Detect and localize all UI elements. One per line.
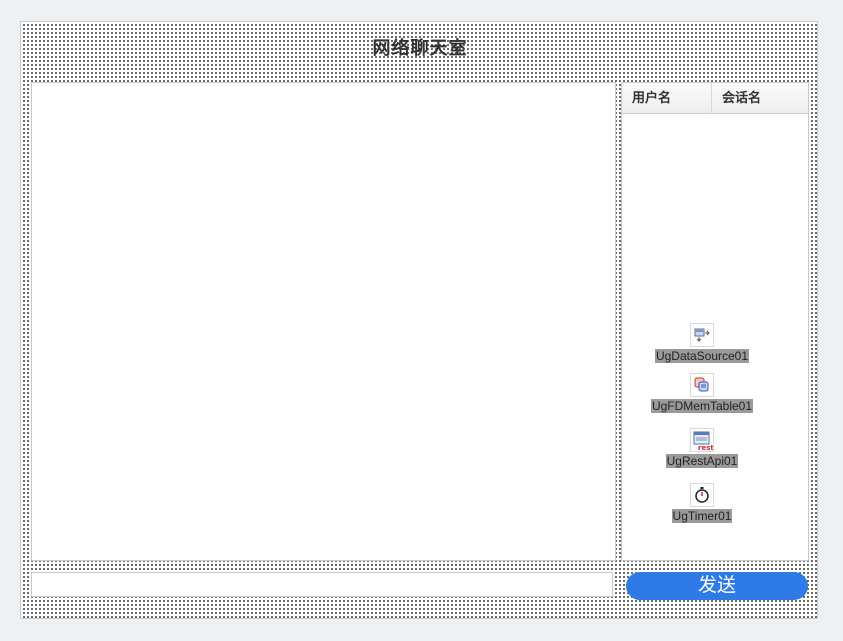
grid-header: 用户名 会话名 — [622, 83, 808, 114]
component-label: UgFDMemTable01 — [650, 399, 754, 413]
form-title-text: 网络聊天室 — [372, 38, 468, 58]
column-header-username[interactable]: 用户名 — [622, 83, 712, 113]
timer-icon — [690, 483, 714, 507]
datasource-icon — [690, 323, 714, 347]
chat-message-area[interactable] — [31, 82, 616, 561]
component-timer[interactable]: UgTimer01 — [642, 483, 762, 525]
component-label: UgTimer01 — [671, 509, 733, 523]
component-datasource[interactable]: UgDataSource01 — [642, 323, 762, 365]
component-label: UgRestApi01 — [665, 454, 739, 468]
svg-text:rest: rest — [698, 444, 713, 451]
message-input[interactable] — [31, 572, 613, 597]
form-title: 网络聊天室 — [21, 34, 819, 60]
chat-room-form: 网络聊天室 用户名 会话名 UgDataSource01 UgFDMemTabl… — [20, 21, 818, 619]
column-header-session[interactable]: 会话名 — [712, 83, 808, 113]
component-label: UgDataSource01 — [654, 349, 750, 363]
memtable-icon — [690, 373, 714, 397]
component-memtable[interactable]: UgFDMemTable01 — [642, 373, 762, 415]
user-session-grid[interactable]: 用户名 会话名 UgDataSource01 UgFDMemTable01 re… — [621, 82, 809, 561]
send-button[interactable]: 发送 — [626, 572, 808, 600]
rest-api-icon: rest — [690, 428, 714, 452]
component-rest-api[interactable]: rest UgRestApi01 — [642, 428, 762, 470]
